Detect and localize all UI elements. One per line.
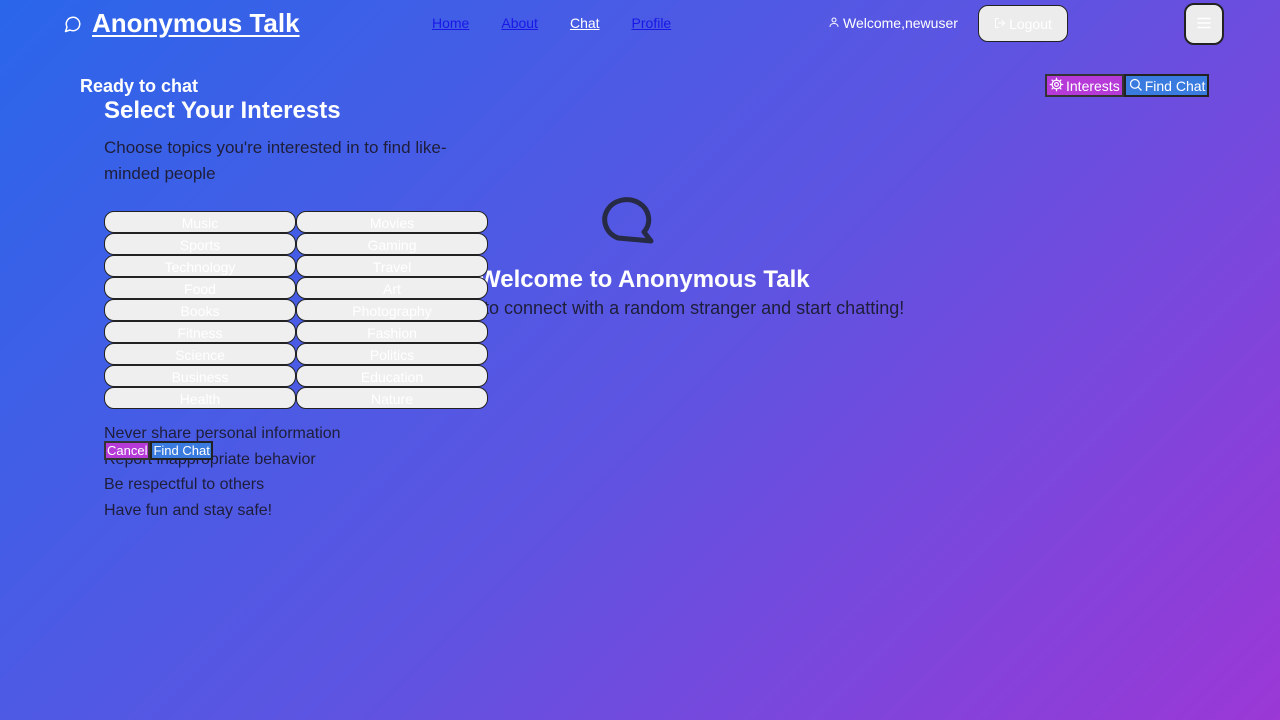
gear-icon	[1049, 77, 1064, 95]
cancel-button[interactable]: Cancel	[104, 441, 151, 460]
nav-chat[interactable]: Chat	[570, 15, 600, 31]
top-actions: Interests Find Chat	[1045, 74, 1210, 97]
interest-chip-movies[interactable]: Movies	[296, 211, 488, 233]
safety-tip: Have fun and stay safe!	[104, 502, 273, 520]
interest-chip-books[interactable]: Books	[104, 299, 296, 321]
nav-about[interactable]: About	[501, 15, 538, 31]
welcome-title: Welcome to Anonymous Talk	[478, 266, 810, 293]
interest-chip-technology[interactable]: Technology	[104, 255, 296, 277]
logout-button[interactable]: Logout	[978, 5, 1068, 42]
find-chat-button[interactable]: Find Chat	[1123, 74, 1210, 97]
chat-status: Ready to chat	[80, 76, 199, 96]
interest-chip-food[interactable]: Food	[104, 277, 296, 299]
logout-label: Logout	[1009, 15, 1052, 32]
safety-tips: Never share personal information Report …	[104, 421, 341, 524]
interest-chip-fitness[interactable]: Fitness	[104, 321, 296, 343]
safety-tip: Be respectful to others	[104, 476, 265, 494]
user-icon	[828, 15, 840, 31]
interests-label: Interests	[1066, 77, 1120, 94]
interest-chip-photography[interactable]: Photography	[296, 299, 488, 321]
interest-chip-health[interactable]: Health	[104, 387, 296, 409]
welcome-subtitle: to connect with a random stranger and st…	[484, 298, 905, 318]
search-icon	[1128, 77, 1143, 95]
nav-home[interactable]: Home	[432, 15, 469, 31]
interest-chip-politics[interactable]: Politics	[296, 343, 488, 365]
interests-button[interactable]: Interests	[1045, 74, 1124, 97]
interests-actions: Cancel Find Chat	[104, 441, 213, 460]
find-chat-label: Find Chat	[1144, 77, 1206, 94]
interest-chip-nature[interactable]: Nature	[296, 387, 488, 409]
interest-chip-music[interactable]: Music	[104, 211, 296, 233]
menu-icon	[1195, 14, 1213, 35]
menu-button[interactable]	[1184, 3, 1224, 45]
interests-grid: Music Movies Sports Gaming Technology Tr…	[104, 211, 488, 409]
interests-title: Select Your Interests	[104, 97, 341, 124]
interest-chip-business[interactable]: Business	[104, 365, 296, 387]
nav-profile[interactable]: Profile	[632, 15, 672, 31]
main-nav: Home About Chat Profile	[432, 15, 671, 31]
chat-bubble-icon	[64, 15, 82, 33]
brand-title[interactable]: Anonymous Talk	[92, 8, 300, 39]
panel-find-chat-button[interactable]: Find Chat	[150, 441, 213, 460]
interest-chip-travel[interactable]: Travel	[296, 255, 488, 277]
interest-chip-gaming[interactable]: Gaming	[296, 233, 488, 255]
interest-chip-education[interactable]: Education	[296, 365, 488, 387]
interest-chip-art[interactable]: Art	[296, 277, 488, 299]
brand[interactable]: Anonymous Talk	[64, 8, 300, 39]
interests-description: Choose topics you're interested in to fi…	[104, 138, 447, 183]
welcome-text: Welcome,newuser	[843, 15, 958, 31]
interest-chip-sports[interactable]: Sports	[104, 233, 296, 255]
interest-chip-science[interactable]: Science	[104, 343, 296, 365]
welcome-user: Welcome,newuser	[828, 15, 958, 31]
logout-icon	[994, 16, 1006, 32]
interest-chip-fashion[interactable]: Fashion	[296, 321, 488, 343]
chat-bubble-icon	[598, 194, 656, 246]
